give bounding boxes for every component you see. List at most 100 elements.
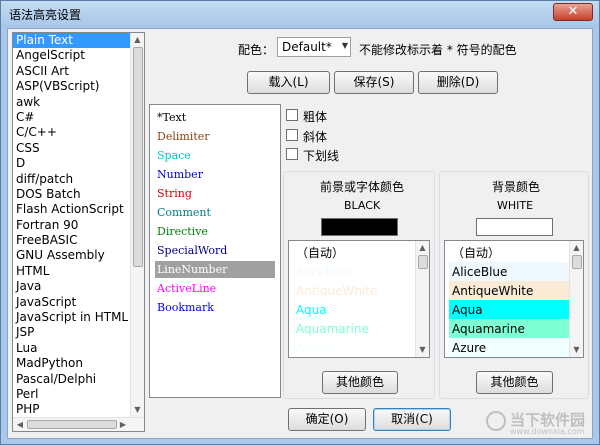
- background-color-item[interactable]: Aquamarine: [449, 319, 571, 339]
- language-item[interactable]: ASCII Art: [13, 64, 144, 79]
- italic-label: 斜体: [303, 130, 328, 144]
- language-list[interactable]: Plain Text AngelScript ASCII Art ASP(VBScri…: [12, 32, 145, 432]
- language-item[interactable]: GNU Assembly: [13, 248, 144, 263]
- language-item[interactable]: Pascal/Delphi: [13, 372, 144, 387]
- background-more-colors-button[interactable]: 其他颜色: [476, 371, 553, 394]
- scroll-thumb[interactable]: [418, 255, 428, 269]
- scroll-down-icon[interactable]: ▼: [416, 343, 429, 357]
- scroll-down-icon[interactable]: ▼: [131, 403, 144, 417]
- element-item[interactable]: ActiveLine: [155, 280, 275, 297]
- window-title: 语法高亮设置: [9, 8, 82, 22]
- element-item[interactable]: Space: [155, 147, 275, 164]
- close-button[interactable]: ✕: [553, 3, 593, 21]
- foreground-more-colors-button[interactable]: 其他颜色: [322, 371, 398, 394]
- element-item[interactable]: Comment: [155, 204, 275, 221]
- watermark-sub-text: www.downxia.com: [510, 427, 585, 436]
- language-item[interactable]: diff/patch: [13, 172, 144, 187]
- foreground-group: 前景或字体颜色 BLACK （自动） AliceBlue AntiqueWhite A…: [283, 171, 435, 399]
- language-item[interactable]: Flash ActionScript: [13, 202, 144, 217]
- load-button[interactable]: 载入(L): [247, 71, 330, 94]
- language-item[interactable]: JavaScript in HTML: [13, 310, 144, 325]
- cancel-button[interactable]: 取消(C): [373, 408, 451, 431]
- scroll-thumb[interactable]: [572, 255, 582, 269]
- language-item[interactable]: JSP: [13, 325, 144, 340]
- language-item[interactable]: CSS: [13, 141, 144, 156]
- save-button[interactable]: 保存(S): [334, 71, 414, 94]
- checkbox-box[interactable]: [286, 109, 298, 121]
- foreground-list-scroll[interactable]: ▲ ▼: [415, 241, 429, 357]
- language-item[interactable]: FreeBASIC: [13, 233, 144, 248]
- language-item[interactable]: C#: [13, 110, 144, 125]
- language-item[interactable]: HTML: [13, 264, 144, 279]
- syntax-highlight-dialog: 语法高亮设置 ✕ Plain Text AngelScript ASCII Art A…: [0, 0, 600, 445]
- dialog-body: Plain Text AngelScript ASCII Art ASP(VBScri…: [7, 28, 593, 439]
- background-list-scroll[interactable]: ▲ ▼: [569, 241, 583, 357]
- watermark-logo-icon: [486, 411, 506, 431]
- element-list[interactable]: *Text Delimiter Space Number String Comment Di…: [149, 104, 281, 398]
- foreground-color-item[interactable]: Aquamarine: [293, 319, 417, 339]
- foreground-color-item[interactable]: Aqua: [293, 300, 417, 320]
- element-item[interactable]: LineNumber: [155, 261, 275, 278]
- scroll-up-icon[interactable]: ▲: [131, 33, 144, 47]
- scroll-thumb[interactable]: [133, 47, 143, 267]
- foreground-swatch[interactable]: [321, 218, 398, 236]
- language-item[interactable]: JavaScript: [13, 295, 144, 310]
- scheme-note: 不能修改标示着 * 符号的配色: [359, 43, 517, 57]
- background-color-item[interactable]: Beige: [449, 357, 571, 358]
- background-swatch[interactable]: [476, 218, 553, 236]
- background-color-item[interactable]: （自动）: [449, 243, 571, 263]
- scheme-value: Default*: [282, 40, 332, 54]
- language-item[interactable]: MadPython: [13, 356, 144, 371]
- language-item[interactable]: C/C++: [13, 125, 144, 140]
- foreground-color-item[interactable]: AliceBlue: [293, 262, 417, 282]
- language-list-hscroll[interactable]: ◀ ▶: [13, 417, 144, 431]
- bold-label: 粗体: [303, 110, 328, 124]
- foreground-title: 前景或字体颜色: [320, 180, 405, 194]
- element-item[interactable]: *Text: [155, 109, 275, 126]
- background-color-item[interactable]: AntiqueWhite: [449, 281, 571, 301]
- watermark: 当下软件园 www.downxia.com: [486, 409, 596, 439]
- element-item[interactable]: SpecialWord: [155, 242, 275, 259]
- ok-button[interactable]: 确定(O): [288, 408, 366, 431]
- hscroll-thumb[interactable]: [27, 420, 117, 429]
- background-color-list[interactable]: （自动） AliceBlue AntiqueWhite Aqua Aquamarine A…: [444, 240, 584, 358]
- element-item[interactable]: Bookmark: [155, 299, 275, 316]
- foreground-color-list[interactable]: （自动） AliceBlue AntiqueWhite Aqua Aquamarine A…: [288, 240, 430, 358]
- language-item[interactable]: DOS Batch: [13, 187, 144, 202]
- language-item[interactable]: Perl: [13, 387, 144, 402]
- background-color-name: WHITE: [497, 199, 534, 212]
- language-item[interactable]: Plain Text: [13, 33, 144, 49]
- language-item[interactable]: D: [13, 156, 144, 171]
- foreground-color-item[interactable]: Azure: [293, 338, 417, 357]
- element-item[interactable]: Directive: [155, 223, 275, 240]
- scroll-down-icon[interactable]: ▼: [570, 343, 583, 357]
- background-color-item[interactable]: AliceBlue: [449, 262, 571, 282]
- element-item[interactable]: String: [155, 185, 275, 202]
- background-color-item[interactable]: Aqua: [449, 300, 571, 320]
- scheme-label: 配色：: [238, 43, 275, 57]
- background-color-item[interactable]: Azure: [449, 338, 571, 357]
- foreground-color-item[interactable]: AntiqueWhite: [293, 281, 417, 301]
- background-group: 背景颜色 WHITE （自动） AliceBlue AntiqueWhite Aqua…: [439, 171, 589, 399]
- element-item[interactable]: Number: [155, 166, 275, 183]
- scheme-select[interactable]: Default* ▼: [277, 37, 351, 57]
- background-title: 背景颜色: [492, 180, 541, 194]
- foreground-color-item[interactable]: （自动）: [293, 243, 417, 263]
- language-item[interactable]: PHP: [13, 402, 144, 417]
- scroll-left-icon[interactable]: ◀: [13, 418, 27, 431]
- language-item[interactable]: AngelScript: [13, 48, 144, 63]
- delete-button[interactable]: 删除(D): [418, 71, 498, 94]
- language-list-vscroll[interactable]: ▲ ▼: [130, 33, 144, 417]
- language-item[interactable]: ASP(VBScript): [13, 79, 144, 94]
- language-item[interactable]: Fortran 90: [13, 218, 144, 233]
- scroll-up-icon[interactable]: ▲: [570, 241, 583, 255]
- element-item[interactable]: Delimiter: [155, 128, 275, 145]
- checkbox-box[interactable]: [286, 129, 298, 141]
- scroll-right-icon[interactable]: ▶: [116, 418, 130, 431]
- checkbox-box[interactable]: [286, 148, 298, 160]
- language-item[interactable]: awk: [13, 95, 144, 110]
- language-item[interactable]: Java: [13, 279, 144, 294]
- language-item[interactable]: Lua: [13, 341, 144, 356]
- title-bar[interactable]: 语法高亮设置 ✕: [1, 1, 599, 27]
- scroll-up-icon[interactable]: ▲: [416, 241, 429, 255]
